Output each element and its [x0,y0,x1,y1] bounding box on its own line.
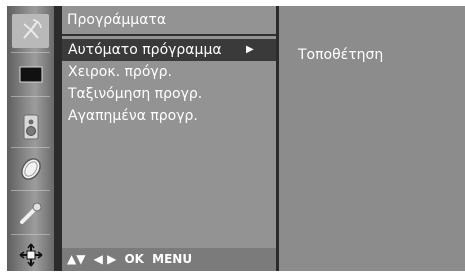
option-icon[interactable] [12,196,49,230]
submenu-arrow-icon: ▶ [246,44,254,55]
sound-icon[interactable] [12,110,49,144]
menu-item-label: Αυτόματο πρόγραμμα [68,42,222,58]
submenu-panel [279,6,465,271]
menu-item-label: Ταξινόμηση προγρ. [68,86,203,102]
clock-icon[interactable] [12,152,49,186]
menu-title-divider [62,34,276,36]
menu-item-programme-sort[interactable]: Ταξινόμηση προγρ. [62,83,276,105]
picture-icon[interactable] [12,58,49,92]
menu-hint: MENU [152,252,193,266]
ok-hint: OK [124,252,144,266]
menu-item-manual-programme[interactable]: Χειροκ. πρόγρ. [62,61,276,83]
menu-title: Προγράμματα [67,12,167,28]
menu-item-label: Αγαπημένα προγρ. [68,108,198,124]
submenu-item-store[interactable]: Τοποθέτηση [298,47,383,63]
left-right-arrows-icon: ◀ ▶ [93,252,117,266]
icon-rail [7,6,54,271]
up-down-arrows-icon: ▲▼ [67,252,86,266]
navigation-hint-bar: ▲▼ ◀ ▶ OK MENU [62,248,276,271]
menu-item-label: Χειροκ. πρόγρ. [68,64,173,80]
antenna-icon[interactable] [12,14,49,48]
lock-icon[interactable] [12,238,49,272]
menu-item-auto-programme[interactable]: Αυτόματο πρόγραμμα ▶ [62,39,276,61]
menu-item-favourite-programme[interactable]: Αγαπημένα προγρ. [62,105,276,127]
